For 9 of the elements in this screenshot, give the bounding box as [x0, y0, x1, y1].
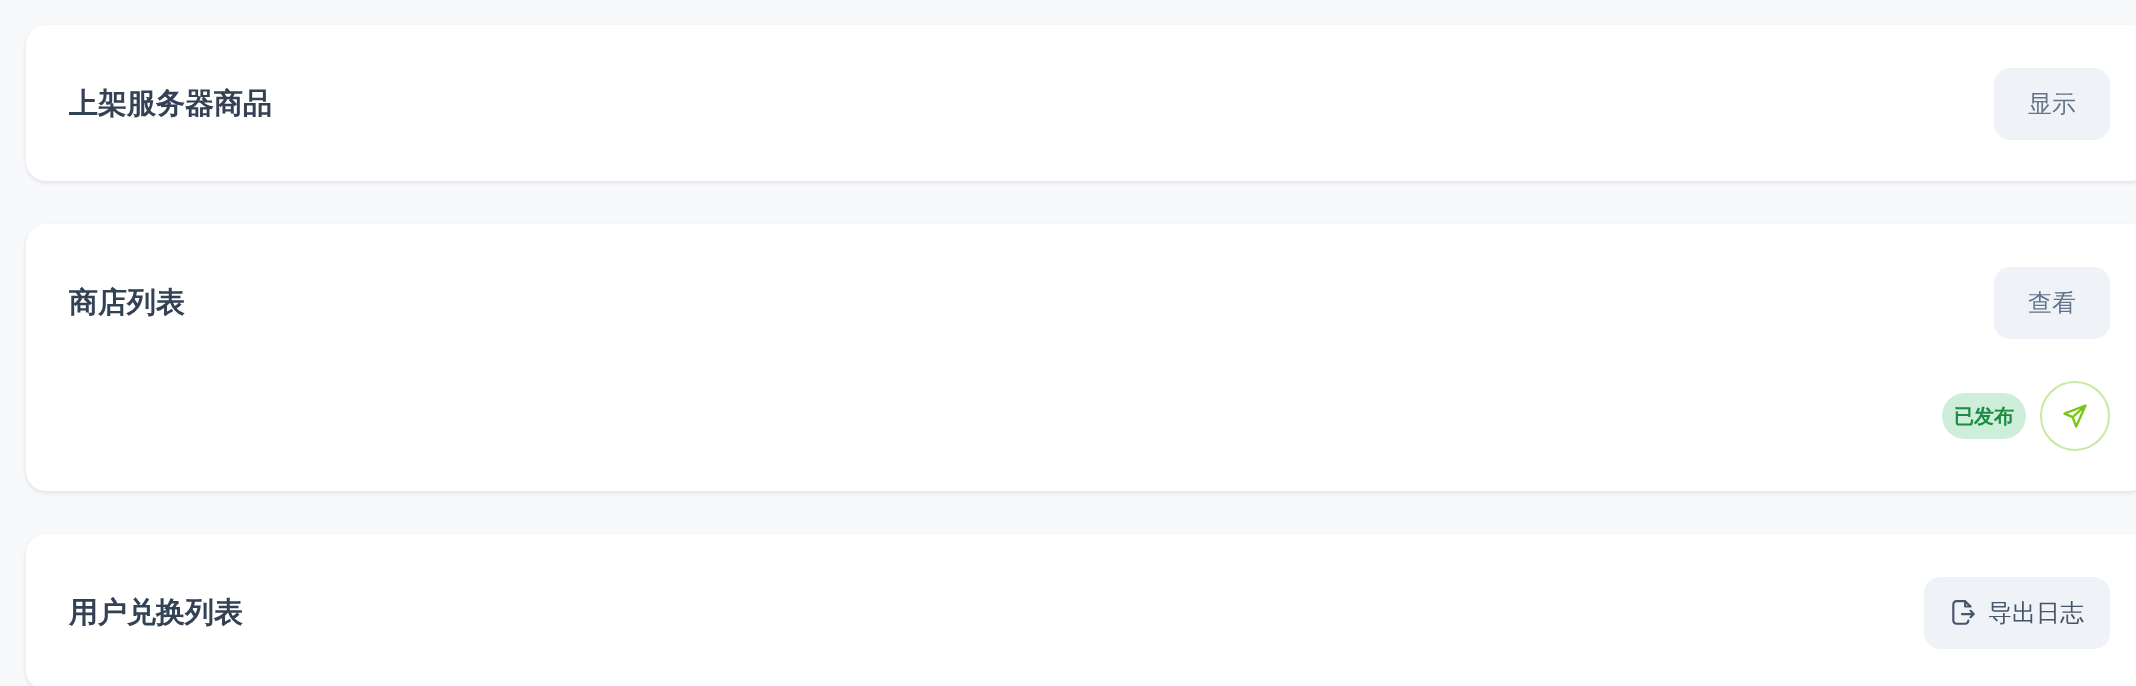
- send-icon: [2061, 402, 2089, 430]
- status-badge: 已发布: [1942, 393, 2026, 439]
- card-title: 商店列表: [69, 284, 185, 321]
- action-button[interactable]: 显示: [1994, 68, 2110, 140]
- action-button[interactable]: 查看: [1994, 267, 2110, 339]
- export-button[interactable]: 导出日志: [1924, 577, 2110, 649]
- export-icon: [1950, 599, 1976, 627]
- card-title: 上架服务器商品: [69, 85, 272, 122]
- card-title: 用户兑换列表: [69, 594, 243, 631]
